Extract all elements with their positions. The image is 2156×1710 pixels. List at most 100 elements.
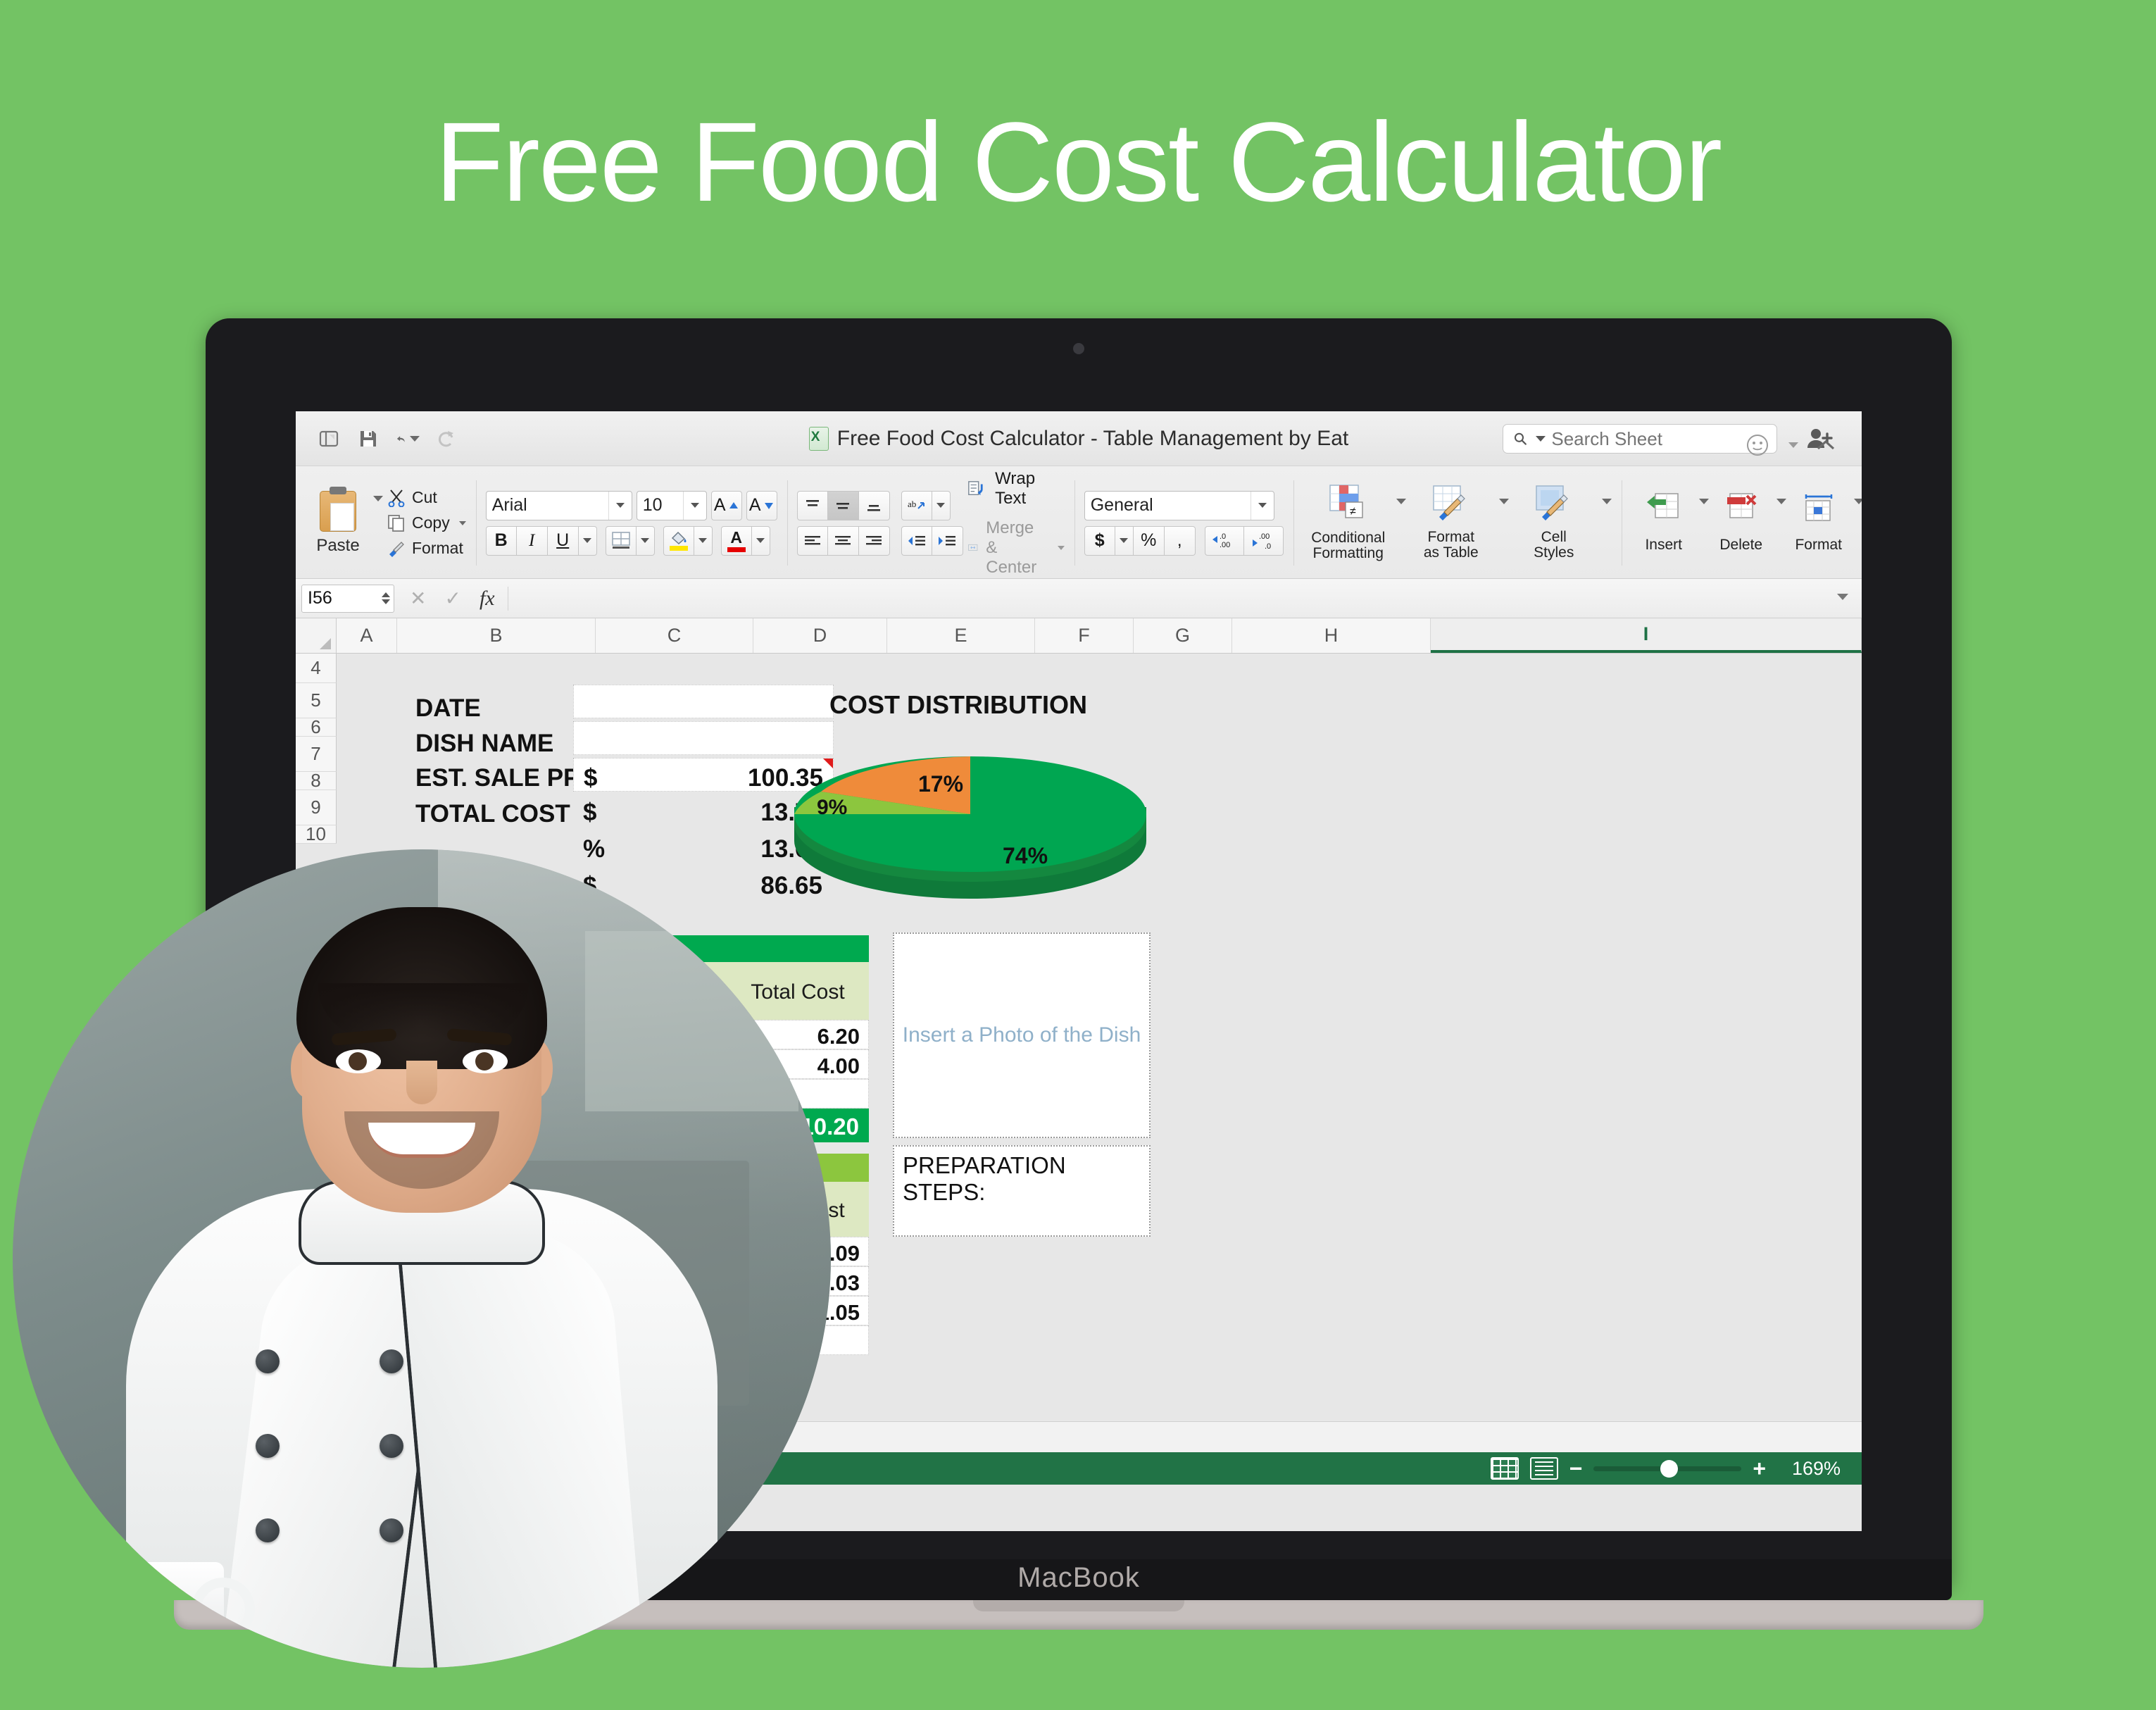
decrease-decimal-button[interactable]: .00.0 — [1243, 525, 1284, 556]
font-color-dropdown-button[interactable] — [751, 525, 770, 556]
font-size-chevron-icon[interactable] — [690, 503, 699, 508]
merge-center-button[interactable]: Merge & Center — [967, 518, 1065, 578]
conditional-formatting-dropdown-icon[interactable] — [1396, 499, 1406, 504]
caret-up-icon — [729, 501, 738, 508]
align-center-button[interactable] — [827, 525, 859, 556]
format-as-table-button[interactable]: Format as Table — [1406, 485, 1496, 561]
zoom-out-button[interactable]: − — [1569, 1457, 1583, 1480]
number-format-chevron-icon[interactable] — [1258, 503, 1267, 508]
chevron-up-icon[interactable] — [1814, 435, 1838, 455]
search-sheet-box[interactable] — [1503, 424, 1777, 454]
row-header-9[interactable]: 9 — [296, 790, 337, 825]
column-header-f[interactable]: F — [1035, 618, 1134, 653]
align-left-button[interactable] — [796, 525, 828, 556]
wrap-text-button[interactable]: Wrap Text — [967, 469, 1065, 508]
align-bottom-button[interactable] — [858, 490, 890, 520]
column-header-h[interactable]: H — [1232, 618, 1431, 653]
format-cells-icon — [1800, 492, 1837, 533]
currency-format-button[interactable]: $ — [1084, 525, 1115, 556]
row-header-5[interactable]: 5 — [296, 683, 337, 718]
accept-icon[interactable]: ✓ — [444, 587, 460, 610]
zoom-slider-handle[interactable] — [1660, 1459, 1679, 1478]
underline-button[interactable]: U — [547, 525, 579, 556]
preparation-steps-box[interactable]: PREPARATION STEPS: — [893, 1145, 1151, 1237]
cell-styles-dropdown-icon[interactable] — [1601, 499, 1612, 504]
zoom-slider[interactable] — [1593, 1459, 1742, 1478]
cell-label-total-cost[interactable]: TOTAL COST — [415, 800, 570, 828]
number-format-select[interactable]: General — [1084, 490, 1274, 520]
row-header-8[interactable]: 8 — [296, 770, 337, 791]
fill-color-dropdown-button[interactable] — [694, 525, 713, 556]
row-header-4[interactable]: 4 — [296, 654, 337, 683]
bold-button[interactable]: B — [485, 525, 517, 556]
normal-view-icon[interactable] — [1490, 1457, 1519, 1480]
smiley-dropdown-icon[interactable] — [1788, 442, 1798, 448]
font-family-chevron-icon[interactable] — [615, 503, 625, 508]
font-family-select[interactable]: Arial — [485, 490, 632, 520]
percent-format-button[interactable]: % — [1133, 525, 1165, 556]
search-scope-chevron-icon[interactable] — [1536, 436, 1546, 442]
select-all-corner[interactable] — [296, 618, 337, 653]
borders-button[interactable] — [605, 525, 637, 556]
column-header-e[interactable]: E — [887, 618, 1035, 653]
ribbon-group-cells: Insert Delete Format — [1621, 472, 1862, 574]
increase-font-size-button[interactable]: A — [710, 490, 742, 520]
format-painter-button[interactable]: Format — [387, 539, 466, 558]
smiley-icon[interactable] — [1745, 432, 1770, 458]
currency-dropdown-button[interactable] — [1115, 525, 1134, 556]
row-header-10[interactable]: 10 — [296, 823, 337, 844]
comma-format-button[interactable]: , — [1164, 525, 1196, 556]
column-header-i[interactable]: I — [1431, 618, 1862, 653]
insert-dropdown-icon[interactable] — [1698, 499, 1709, 504]
search-input[interactable] — [1551, 427, 1767, 450]
format-dropdown-icon[interactable] — [1853, 499, 1862, 504]
name-box-spinner[interactable] — [382, 592, 394, 604]
underline-dropdown-button[interactable] — [578, 525, 597, 556]
insert-cells-button[interactable]: Insert — [1631, 492, 1696, 553]
delete-cells-button[interactable]: Delete — [1709, 492, 1774, 553]
align-top-button[interactable] — [796, 490, 828, 520]
decrease-font-size-button[interactable]: A — [746, 490, 777, 520]
column-header-c[interactable]: C — [596, 618, 753, 653]
borders-dropdown-button[interactable] — [636, 525, 655, 556]
insert-function-icon[interactable]: fx — [480, 587, 495, 611]
font-size-select[interactable]: 10 — [636, 490, 707, 520]
delete-dropdown-icon[interactable] — [1776, 499, 1786, 504]
copy-button[interactable]: Copy — [387, 513, 466, 532]
format-cells-button[interactable]: Format — [1786, 492, 1851, 553]
cell-label-dish-name[interactable]: DISH NAME — [415, 730, 553, 758]
text-orientation-button[interactable]: ab — [901, 490, 932, 520]
column-header-a[interactable]: A — [337, 618, 397, 653]
paste-dropdown-icon[interactable] — [373, 496, 383, 501]
column-header-d[interactable]: D — [753, 618, 887, 653]
paste-button[interactable]: Paste — [306, 486, 370, 556]
name-box[interactable]: I56 — [301, 584, 394, 613]
page-layout-icon[interactable] — [1529, 1457, 1558, 1480]
formula-bar-expand-icon[interactable] — [1834, 589, 1852, 607]
cost-distribution-pie-chart[interactable]: 17% 9% 74% — [780, 737, 1160, 899]
conditional-formatting-button[interactable]: ≠ Conditional Formatting — [1303, 484, 1393, 562]
increase-indent-button[interactable] — [932, 525, 963, 556]
copy-dropdown-icon[interactable] — [458, 520, 466, 525]
column-header-b[interactable]: B — [397, 618, 596, 653]
zoom-in-button[interactable]: + — [1753, 1457, 1766, 1480]
text-orientation-dropdown-button[interactable] — [932, 490, 951, 520]
column-header-g[interactable]: G — [1134, 618, 1232, 653]
row-header-6[interactable]: 6 — [296, 716, 337, 737]
align-right-button[interactable] — [858, 525, 890, 556]
dish-photo-placeholder[interactable]: Insert a Photo of the Dish — [893, 932, 1151, 1138]
align-middle-button[interactable] — [827, 490, 859, 520]
italic-button[interactable]: I — [516, 525, 548, 556]
cell-styles-button[interactable]: Cell Styles — [1509, 485, 1599, 561]
cut-button[interactable]: Cut — [387, 488, 466, 507]
font-color-button[interactable]: A — [720, 525, 752, 556]
fill-color-button[interactable] — [663, 525, 694, 556]
cancel-icon[interactable]: ✕ — [410, 587, 426, 610]
merge-center-dropdown-icon[interactable] — [1057, 545, 1065, 550]
format-as-table-dropdown-icon[interactable] — [1498, 499, 1509, 504]
increase-decimal-button[interactable]: .0.00 — [1204, 525, 1244, 556]
decrease-indent-button[interactable] — [901, 525, 932, 556]
cell-label-date[interactable]: DATE — [415, 694, 481, 723]
cell-input-date[interactable] — [573, 685, 834, 718]
row-header-7[interactable]: 7 — [296, 737, 337, 772]
